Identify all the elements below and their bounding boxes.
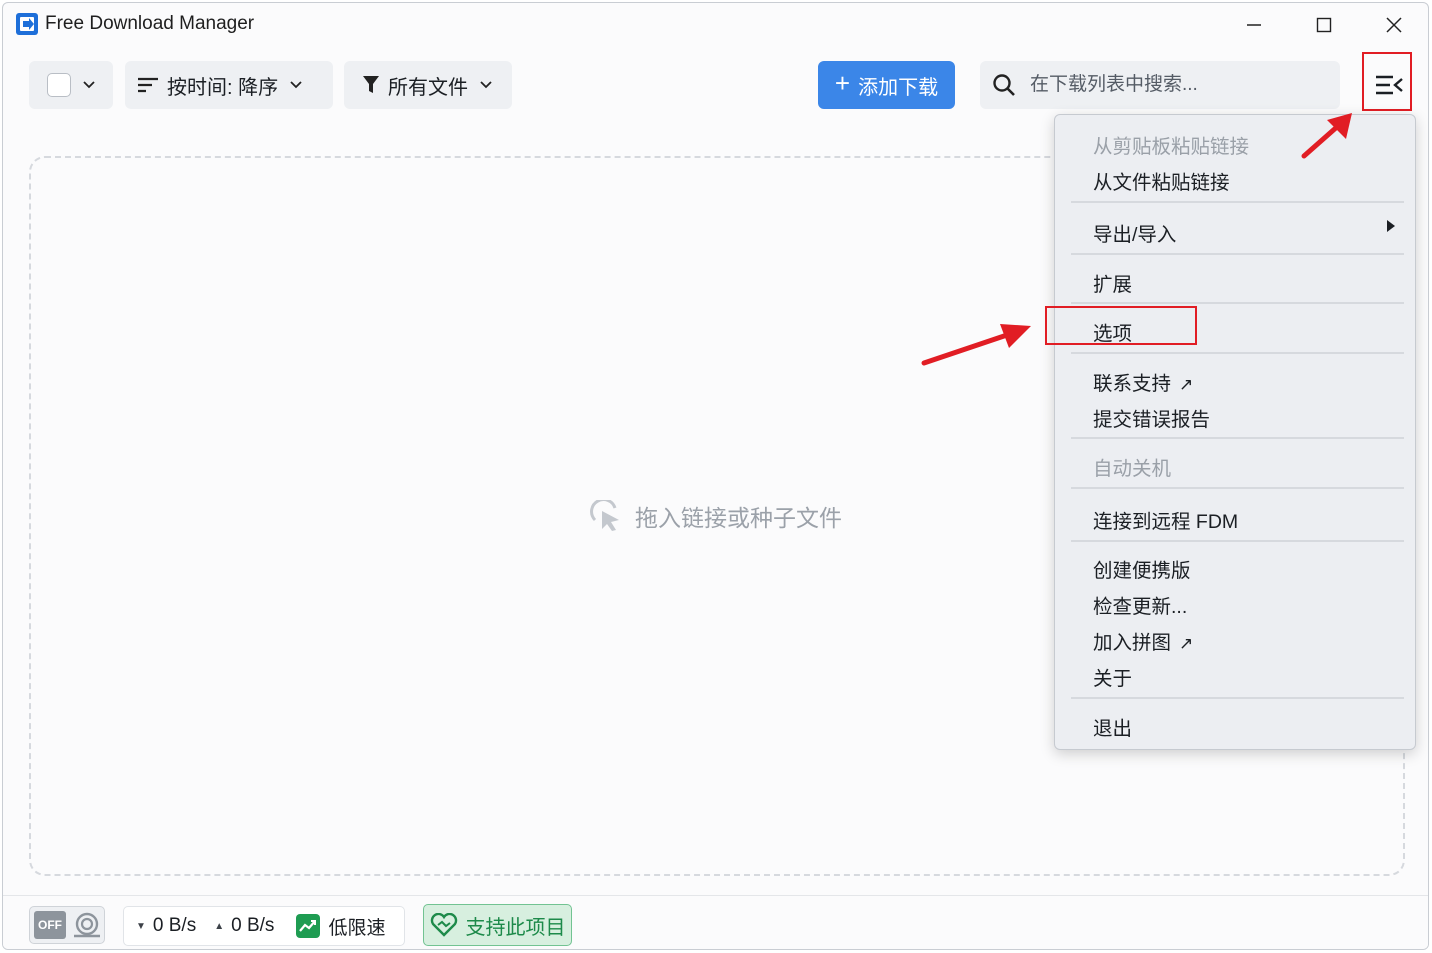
snail-mode-state: OFF — [34, 911, 66, 939]
main-menu-popup: 从剪贴板粘贴链接 从文件粘贴链接 导出/导入 扩展 选项 联系支持 ↗ 提交错误报… — [1054, 114, 1416, 750]
status-bar: OFF ▼ 0 B/s ▲ 0 B/s 低限速 支持此项目 — [3, 895, 1428, 949]
chevron-down-icon — [83, 81, 95, 89]
speed-panel[interactable]: ▼ 0 B/s ▲ 0 B/s 低限速 — [123, 906, 405, 946]
external-link-icon: ↗ — [1179, 634, 1194, 653]
menu-item-create-portable[interactable]: 创建便携版 — [1093, 554, 1191, 583]
add-download-button[interactable]: + 添加下载 — [818, 61, 955, 109]
filter-icon — [363, 76, 379, 93]
chevron-down-icon — [480, 81, 492, 89]
search-box[interactable] — [980, 61, 1340, 109]
menu-item-export-import[interactable]: 导出/导入 — [1093, 218, 1176, 247]
menu-item-paste-clipboard: 从剪贴板粘贴链接 — [1093, 136, 1250, 158]
select-all-checkbox[interactable] — [47, 73, 71, 97]
menu-item-check-updates[interactable]: 检查更新... — [1093, 590, 1187, 619]
contact-support-label: 联系支持 — [1093, 373, 1172, 395]
menu-item-auto-shutdown: 自动关机 — [1093, 458, 1172, 480]
maximize-button[interactable] — [1289, 3, 1359, 47]
menu-item-submit-bug-report[interactable]: 提交错误报告 — [1093, 403, 1210, 432]
menu-separator — [1071, 352, 1404, 354]
menu-separator — [1071, 540, 1404, 542]
menu-item-contact-support[interactable]: 联系支持 ↗ — [1093, 367, 1193, 396]
menu-item-connect-remote[interactable]: 连接到远程 FDM — [1093, 505, 1238, 534]
drop-hint: 拖入链接或种子文件 — [589, 499, 842, 533]
join-puzzle-label: 加入拼图 — [1093, 632, 1172, 654]
upload-speed-value: 0 B/s — [231, 915, 275, 936]
speed-limit-icon — [296, 914, 321, 938]
download-speed-value: 0 B/s — [152, 915, 197, 936]
menu-item-join-puzzle[interactable]: 加入拼图 ↗ — [1093, 626, 1193, 655]
close-button[interactable] — [1359, 3, 1428, 47]
menu-item-paste-from-file[interactable]: 从文件粘贴链接 — [1093, 166, 1230, 195]
menu-separator — [1071, 201, 1404, 203]
plus-icon: + — [834, 68, 851, 98]
maximize-icon — [1316, 17, 1332, 33]
menu-item-about[interactable]: 关于 — [1093, 662, 1132, 691]
menu-separator — [1071, 253, 1404, 255]
sort-label: 按时间: 降序 — [167, 76, 279, 99]
heart-handshake-icon — [430, 913, 457, 937]
add-download-label: 添加下载 — [858, 76, 939, 99]
snail-icon — [74, 912, 100, 938]
support-project-button[interactable]: 支持此项目 — [423, 904, 572, 946]
app-title: Free Download Manager — [45, 13, 255, 34]
download-speed: ▼ 0 B/s — [136, 915, 196, 937]
chevron-down-icon — [290, 81, 302, 89]
filter-label: 所有文件 — [388, 76, 468, 99]
menu-separator — [1071, 697, 1404, 699]
menu-button-highlight-box — [1362, 52, 1412, 111]
options-highlight-box — [1045, 306, 1197, 345]
close-icon — [1386, 17, 1402, 33]
cursor-click-icon — [590, 500, 619, 531]
menu-separator — [1071, 437, 1404, 439]
menu-item-extensions[interactable]: 扩展 — [1093, 268, 1132, 297]
sort-dropdown[interactable]: 按时间: 降序 — [125, 61, 333, 109]
search-input[interactable] — [1030, 74, 1330, 96]
submenu-arrow-icon — [1387, 220, 1395, 232]
search-icon — [993, 74, 1015, 96]
filter-dropdown[interactable]: 所有文件 — [344, 61, 512, 109]
menu-separator — [1071, 302, 1404, 304]
select-all-dropdown[interactable] — [29, 61, 113, 109]
minimize-button[interactable] — [1219, 3, 1289, 47]
external-link-icon: ↗ — [1179, 375, 1194, 394]
upload-speed: ▲ 0 B/s — [214, 915, 274, 937]
snail-mode-toggle[interactable]: OFF — [29, 906, 105, 944]
fdm-logo-icon — [16, 13, 38, 35]
sort-icon — [138, 77, 158, 93]
support-label: 支持此项目 — [465, 916, 566, 939]
speed-limit-label: 低限速 — [328, 917, 386, 939]
title-bar: Free Download Manager — [3, 3, 1428, 47]
minimize-icon — [1247, 24, 1261, 26]
drop-hint-label: 拖入链接或种子文件 — [635, 505, 842, 531]
menu-item-exit[interactable]: 退出 — [1093, 712, 1132, 741]
download-arrow-icon: ▼ — [136, 920, 146, 932]
upload-arrow-icon: ▲ — [214, 920, 225, 932]
menu-separator — [1071, 487, 1404, 489]
